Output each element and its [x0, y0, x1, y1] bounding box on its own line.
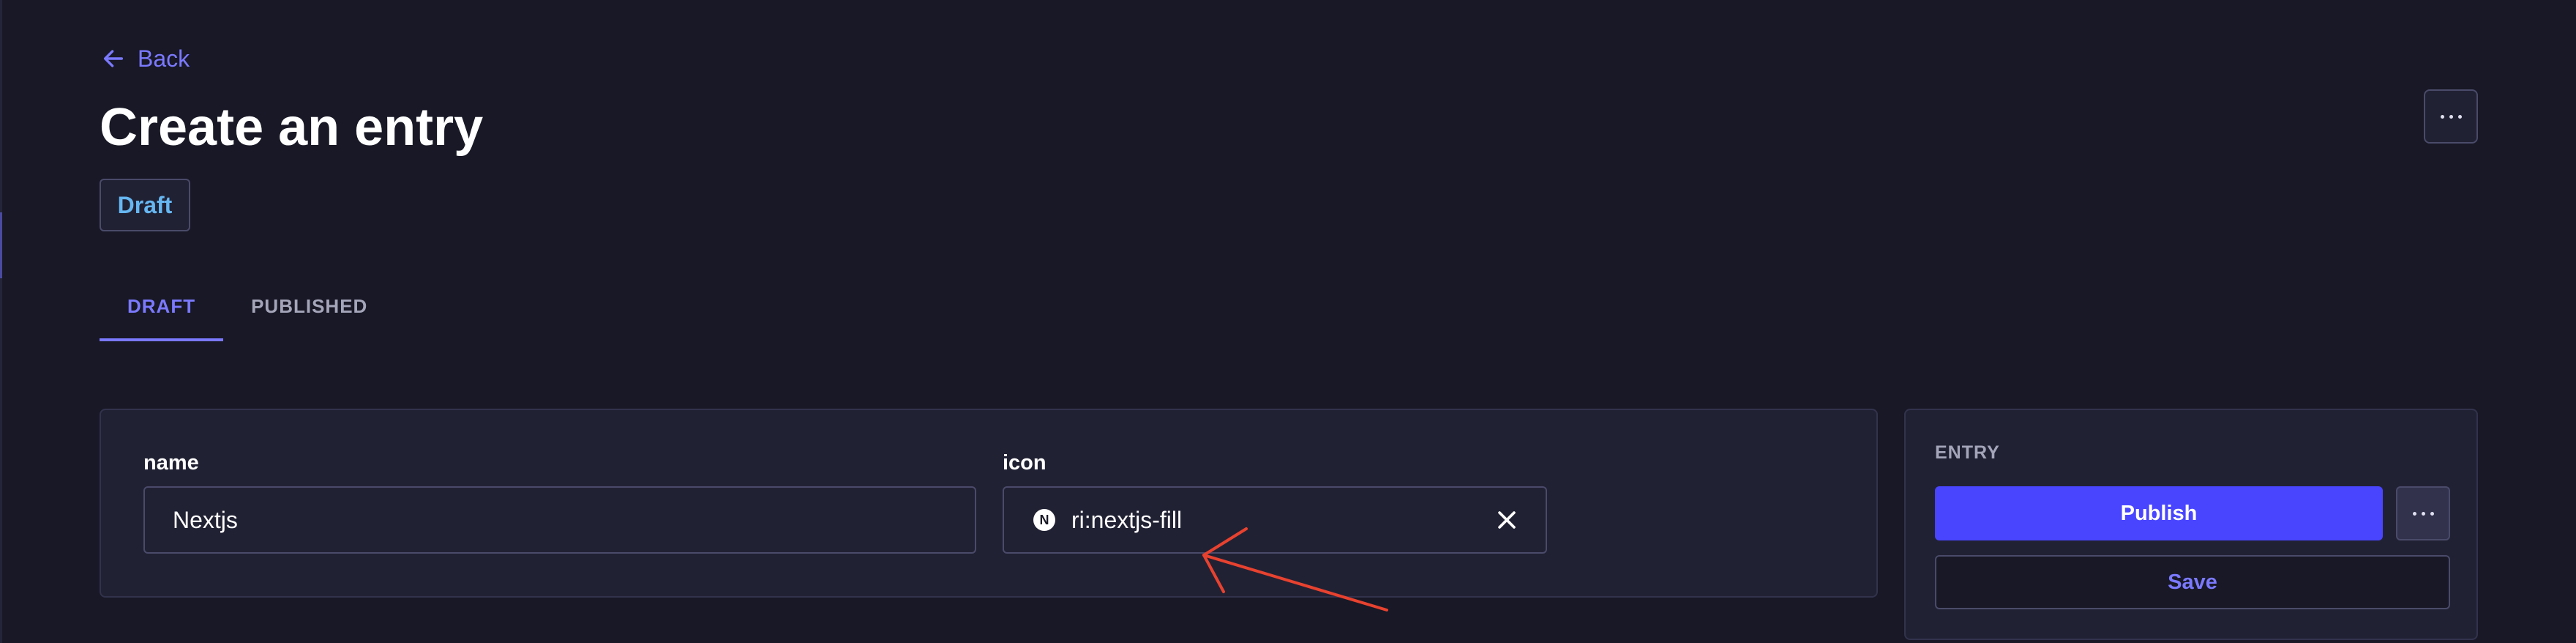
annotation-arrow-icon [1202, 527, 1388, 612]
header-more-button[interactable] [2424, 89, 2478, 144]
panel-title: ENTRY [1935, 442, 2000, 463]
tab-draft[interactable]: DRAFT [100, 271, 224, 341]
entry-side-panel: ENTRY Publish Save [1904, 409, 2478, 640]
arrow-left-icon [103, 50, 124, 67]
status-badge: Draft [100, 179, 190, 231]
publish-button[interactable]: Publish [1935, 486, 2383, 540]
nextjs-icon-glyph: N [1039, 513, 1049, 527]
page-title: Create an entry [100, 98, 484, 157]
tab-published[interactable]: PUBLISHED [223, 271, 395, 341]
icon-field-label: icon [1003, 451, 1046, 475]
edit-form-card: name icon N ri:nextjs-fill [100, 409, 1878, 598]
app-frame: Back Create an entry Draft DRAFT PUBLISH… [0, 0, 2576, 643]
back-label: Back [138, 45, 190, 72]
close-icon[interactable] [1494, 508, 1519, 532]
left-edge-indicator [0, 212, 2, 278]
nextjs-icon: N [1033, 509, 1055, 531]
tab-list: DRAFT PUBLISHED [100, 271, 395, 341]
left-edge [0, 0, 2, 643]
save-button[interactable]: Save [1935, 555, 2450, 609]
more-horizontal-icon [2412, 511, 2434, 516]
name-field-label: name [143, 451, 199, 475]
name-input[interactable] [143, 486, 976, 554]
panel-more-button[interactable] [2396, 486, 2450, 540]
back-link[interactable]: Back [101, 42, 190, 75]
more-horizontal-icon [2440, 114, 2462, 119]
